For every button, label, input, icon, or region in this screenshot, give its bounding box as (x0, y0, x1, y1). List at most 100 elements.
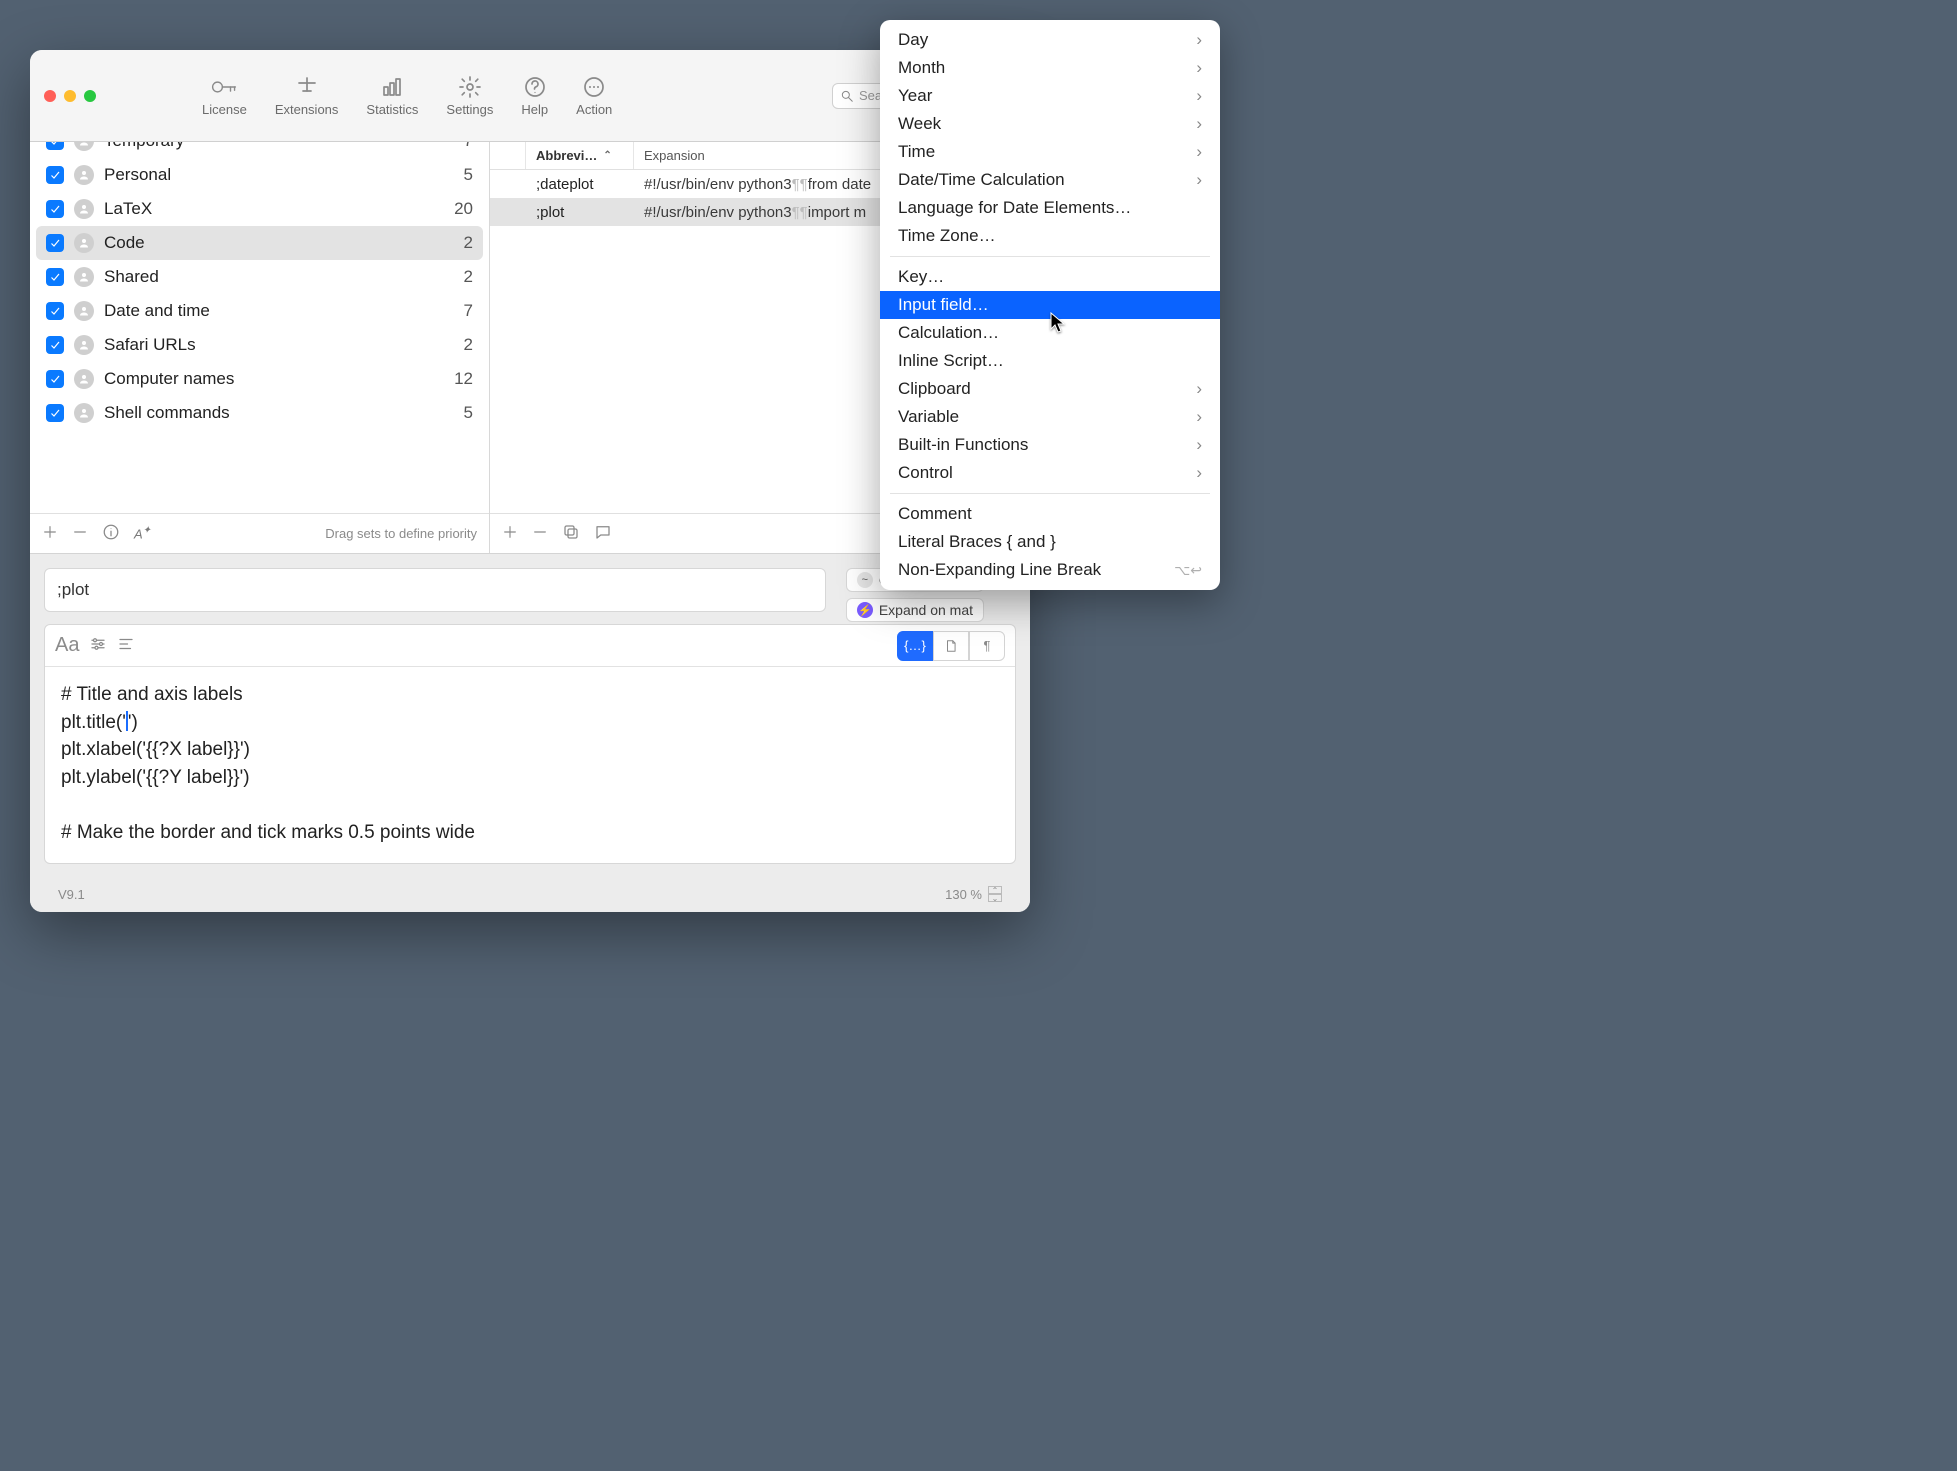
remove-snippet-button[interactable] (532, 524, 548, 543)
checkbox-icon[interactable] (46, 336, 64, 354)
menu-item-week[interactable]: Week› (880, 110, 1220, 138)
sidebar-item-safari-urls[interactable]: Safari URLs2 (36, 328, 483, 362)
menu-item-clipboard[interactable]: Clipboard› (880, 375, 1220, 403)
checkbox-icon[interactable] (46, 268, 64, 286)
person-icon (74, 301, 94, 321)
expand-trigger-pill[interactable]: ⚡ Expand on mat (846, 598, 984, 622)
chevron-down-icon[interactable]: ⌄ (988, 894, 1002, 902)
menu-item-control[interactable]: Control› (880, 459, 1220, 487)
drag-hint: Drag sets to define priority (325, 526, 477, 541)
sidebar-list: Temporary7Personal5LaTeX20Code2Shared2Da… (30, 142, 489, 513)
toolbar-statistics[interactable]: Statistics (366, 74, 418, 117)
menu-item-date-time-calculation[interactable]: Date/Time Calculation› (880, 166, 1220, 194)
person-icon (74, 335, 94, 355)
sidebar-item-latex[interactable]: LaTeX20 (36, 192, 483, 226)
align-left-icon[interactable] (117, 635, 135, 656)
help-icon (522, 74, 548, 100)
editor-block: ;plot ~ Case does not ⚡ Expand on mat Aa (30, 553, 1030, 912)
person-icon (74, 165, 94, 185)
chevron-right-icon: › (1196, 435, 1202, 455)
checkbox-icon[interactable] (46, 302, 64, 320)
chevron-right-icon: › (1196, 86, 1202, 106)
chevron-right-icon: › (1196, 407, 1202, 427)
menu-item-non-expanding-line-break[interactable]: Non-Expanding Line Break⌥↩ (880, 556, 1220, 584)
checkbox-icon[interactable] (46, 200, 64, 218)
menu-item-language-for-date-elements[interactable]: Language for Date Elements… (880, 194, 1220, 222)
info-icon[interactable] (102, 523, 120, 544)
menu-item-time[interactable]: Time› (880, 138, 1220, 166)
chevron-right-icon: › (1196, 463, 1202, 483)
chevron-right-icon: › (1196, 114, 1202, 134)
person-icon (74, 403, 94, 423)
editor-toolbar: Aa {…} ¶ (45, 625, 1015, 667)
toolbar-license[interactable]: License (202, 74, 247, 117)
chevron-right-icon: › (1196, 58, 1202, 78)
zoom-label: 130 % (945, 887, 982, 902)
menu-item-built-in-functions[interactable]: Built-in Functions› (880, 431, 1220, 459)
menu-item-year[interactable]: Year› (880, 82, 1220, 110)
action-icon (581, 74, 607, 100)
menu-item-time-zone[interactable]: Time Zone… (880, 222, 1220, 250)
sidebar-item-temporary[interactable]: Temporary7 (36, 142, 483, 158)
editor-textarea[interactable]: # Title and axis labels plt.title('') pl… (45, 667, 1015, 863)
sidebar: Temporary7Personal5LaTeX20Code2Shared2Da… (30, 142, 490, 553)
key-icon (211, 74, 237, 100)
font-style-button[interactable]: Aa (55, 634, 79, 657)
sidebar-item-code[interactable]: Code2 (36, 226, 483, 260)
stats-icon (379, 74, 405, 100)
checkbox-icon[interactable] (46, 370, 64, 388)
close-window-button[interactable] (44, 90, 56, 102)
menu-item-comment[interactable]: Comment (880, 500, 1220, 528)
menu-item-key[interactable]: Key… (880, 263, 1220, 291)
magic-icon[interactable]: A✦ (134, 525, 151, 541)
insert-placeholder-button[interactable]: {…} (897, 631, 933, 661)
add-snippet-button[interactable] (502, 524, 518, 543)
checkbox-icon[interactable] (46, 166, 64, 184)
toolbar-help[interactable]: Help (521, 74, 548, 117)
search-icon (840, 89, 854, 103)
insert-context-menu: Day›Month›Year›Week›Time›Date/Time Calcu… (880, 20, 1220, 590)
sidebar-item-shared[interactable]: Shared2 (36, 260, 483, 294)
menu-item-variable[interactable]: Variable› (880, 403, 1220, 431)
sliders-icon[interactable] (89, 635, 107, 656)
menu-item-literal-braces-and[interactable]: Literal Braces { and } (880, 528, 1220, 556)
menu-separator (890, 493, 1210, 494)
col-abbreviation[interactable]: Abbrevi… ⌃ (526, 142, 634, 169)
version-label: V9.1 (58, 887, 85, 902)
expansion-editor: Aa {…} ¶ # Title and axis labels plt.tit… (44, 624, 1016, 864)
pilcrow-mode-button[interactable]: ¶ (969, 631, 1005, 661)
checkbox-icon[interactable] (46, 404, 64, 422)
zoom-stepper[interactable]: ⌃ ⌄ (988, 886, 1002, 902)
sidebar-item-date-and-time[interactable]: Date and time7 (36, 294, 483, 328)
comment-button[interactable] (594, 523, 612, 544)
toolbar-extensions[interactable]: Extensions (275, 74, 339, 117)
menu-item-day[interactable]: Day› (880, 26, 1220, 54)
extensions-icon (294, 74, 320, 100)
remove-set-button[interactable] (72, 524, 88, 543)
sidebar-footer: A✦ Drag sets to define priority (30, 513, 489, 553)
person-icon (74, 142, 94, 151)
toolbar-settings[interactable]: Settings (446, 74, 493, 117)
window-controls (44, 90, 96, 102)
add-set-button[interactable] (42, 524, 58, 543)
checkbox-icon[interactable] (46, 142, 64, 150)
fullscreen-window-button[interactable] (84, 90, 96, 102)
menu-item-month[interactable]: Month› (880, 54, 1220, 82)
toolbar-action[interactable]: Action (576, 74, 612, 117)
col-blank (490, 142, 526, 169)
sort-asc-icon: ⌃ (603, 150, 611, 161)
chevron-right-icon: › (1196, 142, 1202, 162)
sidebar-item-shell-commands[interactable]: Shell commands5 (36, 396, 483, 430)
menu-item-calculation[interactable]: Calculation… (880, 319, 1220, 347)
menu-item-inline-script[interactable]: Inline Script… (880, 347, 1220, 375)
minimize-window-button[interactable] (64, 90, 76, 102)
file-mode-button[interactable] (933, 631, 969, 661)
menu-item-input-field[interactable]: Input field… (880, 291, 1220, 319)
abbreviation-input[interactable]: ;plot (44, 568, 826, 612)
duplicate-snippet-button[interactable] (562, 523, 580, 544)
sidebar-item-personal[interactable]: Personal5 (36, 158, 483, 192)
bolt-icon: ⚡ (857, 602, 873, 618)
sidebar-item-computer-names[interactable]: Computer names12 (36, 362, 483, 396)
tilde-icon: ~ (857, 572, 873, 588)
checkbox-icon[interactable] (46, 234, 64, 252)
